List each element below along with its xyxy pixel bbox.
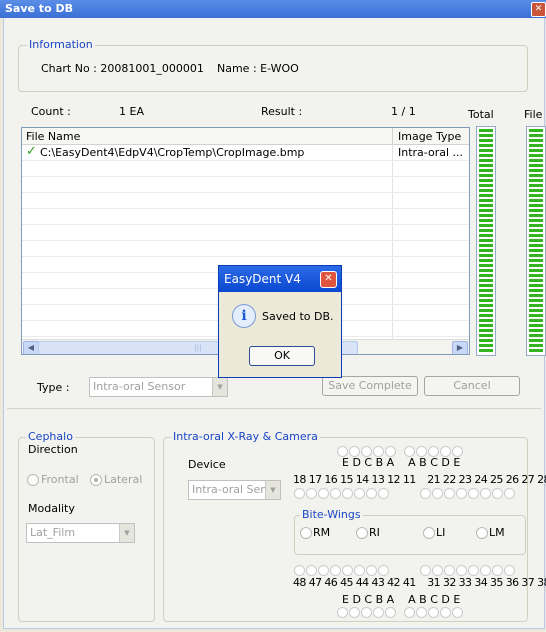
upper-permanent-tooth-selectors[interactable] <box>294 486 390 499</box>
modality-select-value: Lat_Film <box>30 526 76 539</box>
type-select[interactable]: Intra-oral Sensor ▼ <box>89 377 228 397</box>
lower-teeth-labels: 48 47 46 45 44 43 42 41 31 32 33 34 35 3… <box>293 576 546 589</box>
message-dialog: EasyDent V4 ✕ i Saved to DB. OK <box>218 265 342 378</box>
direction-label: Direction <box>28 443 78 456</box>
count-value: 1 EA <box>119 105 144 118</box>
save-complete-button[interactable]: Save Complete <box>322 376 418 396</box>
column-image-type[interactable]: Image Type <box>398 130 461 143</box>
title-bar: Save to DB ✕ <box>0 0 546 18</box>
modality-select[interactable]: Lat_Film ▼ <box>26 523 135 543</box>
cephalo-legend: Cephalo <box>26 430 75 443</box>
chevron-down-icon: ▼ <box>119 524 134 542</box>
bitewing-ri-label: RI <box>369 526 380 539</box>
dialog-close-icon[interactable]: ✕ <box>320 271 337 288</box>
file-progress-meter <box>526 126 546 356</box>
chart-no-label: Chart No : 20081001_000001 <box>41 62 204 75</box>
total-label: Total <box>468 108 494 121</box>
dialog-title-bar: EasyDent V4 ✕ <box>219 266 341 292</box>
device-select-value: Intra-oral Sens <box>192 483 273 496</box>
lower-permanent-tooth-selectors-right[interactable] <box>420 563 516 576</box>
count-label: Count : <box>31 105 71 118</box>
file-progress-fill <box>529 129 543 353</box>
scroll-left-icon[interactable]: ◀ <box>23 341 39 354</box>
scroll-right-icon[interactable]: ▶ <box>452 341 468 354</box>
image-type-cell: Intra-oral ... <box>398 146 464 159</box>
list-item[interactable] <box>22 209 469 225</box>
dialog-message: Saved to DB. <box>262 310 334 323</box>
patient-name-label: Name : E-WOO <box>217 62 299 75</box>
chevron-down-icon: ▼ <box>265 481 280 499</box>
bitewing-rm-label: RM <box>313 526 331 539</box>
modality-label: Modality <box>28 502 75 515</box>
bitewing-li-label: LI <box>436 526 446 539</box>
lateral-radio[interactable] <box>90 474 102 486</box>
lower-primary-tooth-selectors-right[interactable] <box>404 605 464 618</box>
frontal-radio[interactable] <box>27 474 39 486</box>
list-item[interactable] <box>22 177 469 193</box>
list-item[interactable] <box>22 225 469 241</box>
info-icon: i <box>232 304 256 328</box>
device-select[interactable]: Intra-oral Sens ▼ <box>188 480 281 500</box>
upper-permanent-tooth-selectors-right[interactable] <box>420 486 516 499</box>
table-row[interactable]: ✓ C:\EasyDent4\EdpV4\CropTemp\CropImage.… <box>22 144 469 161</box>
file-label: File <box>524 108 543 121</box>
file-list-header: File Name Image Type <box>22 128 469 145</box>
type-label: Type : <box>37 381 70 394</box>
intraoral-legend: Intra-oral X-Ray & Camera <box>171 430 320 443</box>
total-progress-fill <box>479 129 493 353</box>
list-item[interactable] <box>22 193 469 209</box>
list-item[interactable] <box>22 241 469 257</box>
bitewing-lm-label: LM <box>489 526 505 539</box>
column-file-name[interactable]: File Name <box>26 130 80 143</box>
upper-primary-labels: E D C B A A B C D E <box>342 456 461 469</box>
result-label: Result : <box>261 105 303 118</box>
divider <box>7 408 541 409</box>
device-label: Device <box>188 458 226 471</box>
frontal-label: Frontal <box>41 473 79 486</box>
close-icon[interactable]: ✕ <box>531 2 546 17</box>
type-select-value: Intra-oral Sensor <box>93 380 186 393</box>
window-title: Save to DB <box>5 2 73 15</box>
lateral-label: Lateral <box>104 473 143 486</box>
chevron-down-icon: ▼ <box>212 378 227 396</box>
bitewing-li-radio[interactable] <box>423 527 435 539</box>
bitewing-lm-radio[interactable] <box>476 527 488 539</box>
bitewing-rm-radio[interactable] <box>300 527 312 539</box>
bitewing-ri-radio[interactable] <box>356 527 368 539</box>
list-item[interactable] <box>22 161 469 177</box>
dialog-title: EasyDent V4 <box>224 272 301 286</box>
file-path-cell: C:\EasyDent4\EdpV4\CropTemp\CropImage.bm… <box>40 146 305 159</box>
check-icon: ✓ <box>26 144 37 159</box>
information-legend: Information <box>27 38 95 51</box>
upper-teeth-labels: 18 17 16 15 14 13 12 11 21 22 23 24 25 2… <box>293 473 546 486</box>
cancel-button[interactable]: Cancel <box>424 376 520 396</box>
result-value: 1 / 1 <box>391 105 416 118</box>
lower-permanent-tooth-selectors[interactable] <box>294 563 390 576</box>
ok-button[interactable]: OK <box>249 346 315 366</box>
total-progress-meter <box>476 126 496 356</box>
lower-primary-tooth-selectors[interactable] <box>337 605 397 618</box>
bitewings-legend: Bite-Wings <box>300 508 363 521</box>
